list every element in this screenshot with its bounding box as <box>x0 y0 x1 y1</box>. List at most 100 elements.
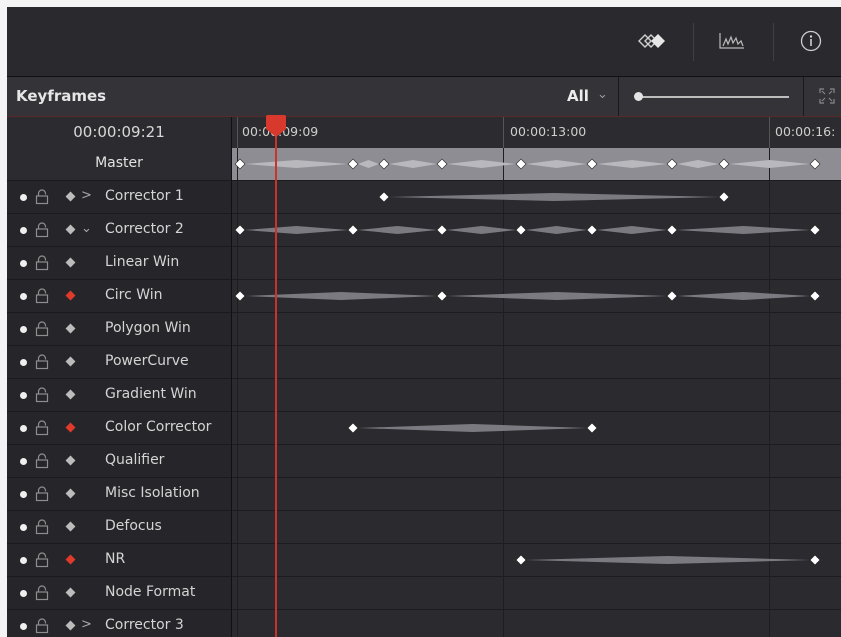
lock-icon[interactable] <box>35 552 49 568</box>
keyframe-marker[interactable] <box>436 224 448 236</box>
track-row[interactable]: NR <box>7 544 231 577</box>
playhead-handle[interactable] <box>266 115 286 129</box>
track-row[interactable]: Polygon Win <box>7 313 231 346</box>
keyframe-toggle-icon[interactable] <box>65 389 76 400</box>
keyframe-marker[interactable] <box>809 554 821 566</box>
keyframe-marker[interactable] <box>666 158 678 170</box>
lock-icon[interactable] <box>35 486 49 502</box>
keyframe-timeline[interactable]: 00:00:09:09 00:00:13:00 00:00:16: <box>232 115 841 637</box>
keyframe-diamonds-icon[interactable] <box>635 27 671 55</box>
playhead-tip[interactable] <box>266 129 286 137</box>
enable-dot-icon[interactable] <box>20 326 27 333</box>
track-row[interactable]: Master <box>7 148 231 181</box>
keyframe-toggle-icon[interactable] <box>65 356 76 367</box>
chevron-down-icon[interactable]: ⌄ <box>81 221 92 236</box>
keyframe-marker[interactable] <box>515 158 527 170</box>
lock-icon[interactable] <box>35 288 49 304</box>
enable-dot-icon[interactable] <box>20 524 27 531</box>
track-row[interactable]: Gradient Win <box>7 379 231 412</box>
track-name: Misc Isolation <box>105 485 200 501</box>
keyframe-toggle-icon[interactable] <box>65 554 76 565</box>
enable-dot-icon[interactable] <box>20 194 27 201</box>
enable-dot-icon[interactable] <box>20 260 27 267</box>
chevron-down-icon[interactable]: ⌄ <box>597 87 608 102</box>
expand-icon[interactable] <box>819 88 835 108</box>
lock-icon[interactable] <box>35 420 49 436</box>
enable-dot-icon[interactable] <box>20 590 27 597</box>
enable-dot-icon[interactable] <box>20 623 27 630</box>
keyframe-marker[interactable] <box>666 290 678 302</box>
keyframe-marker[interactable] <box>586 224 598 236</box>
curves-icon[interactable] <box>717 27 747 55</box>
keyframe-marker[interactable] <box>515 554 527 566</box>
keyframe-marker[interactable] <box>234 224 246 236</box>
keyframe-lanes[interactable] <box>232 117 841 637</box>
track-row[interactable]: > Corrector 1 <box>7 181 231 214</box>
zoom-slider-handle[interactable] <box>634 92 643 101</box>
keyframe-toggle-icon[interactable] <box>65 422 76 433</box>
zoom-slider[interactable] <box>637 96 789 98</box>
filter-dropdown[interactable]: All <box>567 87 589 105</box>
track-row[interactable]: ⌄ Corrector 2 <box>7 214 231 247</box>
keyframe-toggle-icon[interactable] <box>65 323 76 334</box>
keyframe-toggle-icon[interactable] <box>65 521 76 532</box>
keyframe-toggle-icon[interactable] <box>65 290 76 301</box>
keyframe-marker[interactable] <box>666 224 678 236</box>
track-row[interactable]: > Corrector 3 <box>7 610 231 637</box>
keyframe-marker[interactable] <box>436 158 448 170</box>
keyframe-marker[interactable] <box>436 290 448 302</box>
keyframe-marker[interactable] <box>809 158 821 170</box>
enable-dot-icon[interactable] <box>20 359 27 366</box>
enable-dot-icon[interactable] <box>20 491 27 498</box>
track-row[interactable]: Defocus <box>7 511 231 544</box>
chevron-right-icon[interactable]: > <box>81 617 92 632</box>
keyframe-marker[interactable] <box>347 422 359 434</box>
keyframe-marker[interactable] <box>234 290 246 302</box>
keyframe-marker[interactable] <box>378 158 390 170</box>
lock-icon[interactable] <box>35 321 49 337</box>
lock-icon[interactable] <box>35 453 49 469</box>
chevron-right-icon[interactable]: > <box>81 188 92 203</box>
enable-dot-icon[interactable] <box>20 458 27 465</box>
lock-icon[interactable] <box>35 387 49 403</box>
lock-icon[interactable] <box>35 255 49 271</box>
track-row[interactable]: Linear Win <box>7 247 231 280</box>
playhead-line[interactable] <box>275 117 277 637</box>
lock-icon[interactable] <box>35 354 49 370</box>
lock-icon[interactable] <box>35 222 49 238</box>
keyframe-toggle-icon[interactable] <box>65 455 76 466</box>
enable-dot-icon[interactable] <box>20 557 27 564</box>
track-row[interactable]: PowerCurve <box>7 346 231 379</box>
keyframe-toggle-icon[interactable] <box>65 620 76 631</box>
keyframe-marker[interactable] <box>586 158 598 170</box>
track-row[interactable]: Misc Isolation <box>7 478 231 511</box>
keyframe-marker[interactable] <box>347 158 359 170</box>
keyframe-toggle-icon[interactable] <box>65 257 76 268</box>
keyframe-toggle-icon[interactable] <box>65 191 76 202</box>
enable-dot-icon[interactable] <box>20 425 27 432</box>
keyframe-marker[interactable] <box>718 158 730 170</box>
lock-icon[interactable] <box>35 189 49 205</box>
keyframe-toggle-icon[interactable] <box>65 488 76 499</box>
info-icon[interactable] <box>797 27 825 55</box>
keyframe-marker[interactable] <box>809 224 821 236</box>
keyframe-marker[interactable] <box>234 158 246 170</box>
enable-dot-icon[interactable] <box>20 227 27 234</box>
lock-icon[interactable] <box>35 585 49 601</box>
enable-dot-icon[interactable] <box>20 293 27 300</box>
track-row[interactable]: Node Format <box>7 577 231 610</box>
keyframe-marker[interactable] <box>586 422 598 434</box>
lock-icon[interactable] <box>35 519 49 535</box>
keyframe-marker[interactable] <box>809 290 821 302</box>
keyframe-marker[interactable] <box>718 191 730 203</box>
keyframe-toggle-icon[interactable] <box>65 224 76 235</box>
keyframe-marker[interactable] <box>347 224 359 236</box>
track-row[interactable]: Circ Win <box>7 280 231 313</box>
keyframe-marker[interactable] <box>378 191 390 203</box>
track-row[interactable]: Color Corrector <box>7 412 231 445</box>
keyframe-toggle-icon[interactable] <box>65 587 76 598</box>
track-row[interactable]: Qualifier <box>7 445 231 478</box>
keyframe-marker[interactable] <box>515 224 527 236</box>
enable-dot-icon[interactable] <box>20 392 27 399</box>
lock-icon[interactable] <box>35 618 49 634</box>
